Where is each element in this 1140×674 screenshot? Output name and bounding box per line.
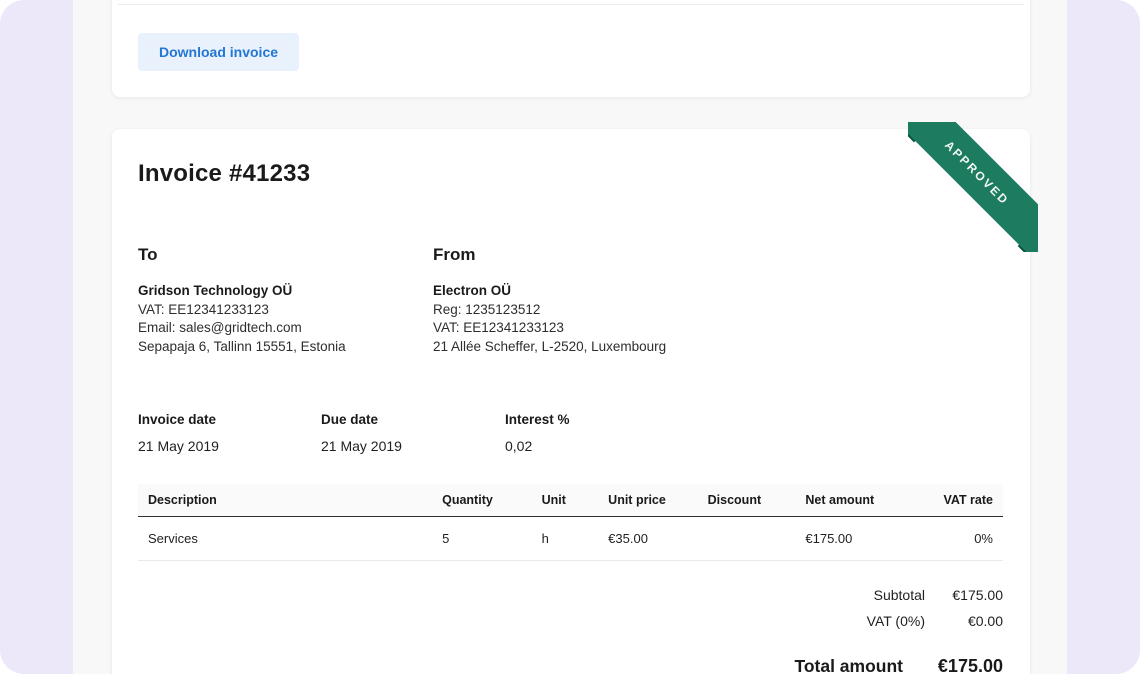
- to-email-line: Email: sales@gridtech.com: [138, 319, 433, 338]
- cell-discount: [698, 517, 796, 561]
- from-reg-line: Reg: 1235123512: [433, 301, 1003, 320]
- to-company-name: Gridson Technology OÜ: [138, 282, 433, 301]
- table-row: Services 5 h €35.00 €175.00 0%: [138, 517, 1003, 561]
- interest-field: Interest % 0,02: [505, 412, 1003, 454]
- party-from: From Electron OÜ Reg: 1235123512 VAT: EE…: [433, 245, 1003, 356]
- totals-section: Subtotal €175.00 VAT (0%) €0.00 Total am…: [138, 587, 1003, 674]
- invoice-card: APPROVED Invoice #41233 To Gridson Techn…: [112, 129, 1030, 674]
- vat-label: VAT (0%): [867, 613, 925, 629]
- invoice-title: Invoice #41233: [138, 160, 1003, 188]
- header-description: Description: [138, 484, 432, 517]
- download-card: Download invoice: [112, 0, 1030, 97]
- ribbon-fold-left: [908, 122, 925, 142]
- party-to: To Gridson Technology OÜ VAT: EE12341233…: [138, 245, 433, 356]
- to-vat-line: VAT: EE12341233123: [138, 301, 433, 320]
- parties-section: To Gridson Technology OÜ VAT: EE12341233…: [138, 245, 1003, 356]
- download-invoice-button[interactable]: Download invoice: [138, 33, 299, 71]
- from-address-line: 21 Allée Scheffer, L-2520, Luxembourg: [433, 338, 1003, 357]
- app-background: Download invoice APPROVED Invoice #41233…: [0, 0, 1140, 674]
- cell-unit-price: €35.00: [598, 517, 697, 561]
- cell-description: Services: [138, 517, 432, 561]
- from-heading: From: [433, 245, 1003, 265]
- content-panel: Download invoice APPROVED Invoice #41233…: [73, 0, 1067, 674]
- to-address-line: Sepapaja 6, Tallinn 15551, Estonia: [138, 338, 433, 357]
- cell-unit: h: [532, 517, 599, 561]
- header-net-amount: Net amount: [795, 484, 903, 517]
- cell-vat-rate: 0%: [904, 517, 1004, 561]
- from-company-name: Electron OÜ: [433, 282, 1003, 301]
- vat-value: €0.00: [925, 613, 1003, 629]
- vat-row: VAT (0%) €0.00: [138, 613, 1003, 629]
- due-date-label: Due date: [321, 412, 505, 427]
- card-divider: [118, 4, 1024, 5]
- interest-label: Interest %: [505, 412, 1003, 427]
- table-header-row: Description Quantity Unit Unit price Dis…: [138, 484, 1003, 517]
- from-vat-line: VAT: EE12341233123: [433, 319, 1003, 338]
- interest-value: 0,02: [505, 438, 1003, 454]
- invoice-date-label: Invoice date: [138, 412, 321, 427]
- due-date-field: Due date 21 May 2019: [321, 412, 505, 454]
- cell-net-amount: €175.00: [795, 517, 903, 561]
- total-amount-value: €175.00: [903, 656, 1003, 674]
- cell-quantity: 5: [432, 517, 531, 561]
- header-unit-price: Unit price: [598, 484, 697, 517]
- subtotal-value: €175.00: [925, 587, 1003, 603]
- invoice-meta-section: Invoice date 21 May 2019 Due date 21 May…: [138, 412, 1003, 454]
- header-quantity: Quantity: [432, 484, 531, 517]
- invoice-date-field: Invoice date 21 May 2019: [138, 412, 321, 454]
- invoice-date-value: 21 May 2019: [138, 438, 321, 454]
- due-date-value: 21 May 2019: [321, 438, 505, 454]
- ribbon-fold-right: [1018, 235, 1038, 252]
- total-amount-label: Total amount: [794, 656, 903, 674]
- header-vat-rate: VAT rate: [904, 484, 1004, 517]
- header-discount: Discount: [698, 484, 796, 517]
- header-unit: Unit: [532, 484, 599, 517]
- total-amount-row: Total amount €175.00: [138, 656, 1003, 674]
- subtotal-row: Subtotal €175.00: [138, 587, 1003, 603]
- line-items-table: Description Quantity Unit Unit price Dis…: [138, 484, 1003, 561]
- to-heading: To: [138, 245, 433, 265]
- subtotal-label: Subtotal: [874, 587, 925, 603]
